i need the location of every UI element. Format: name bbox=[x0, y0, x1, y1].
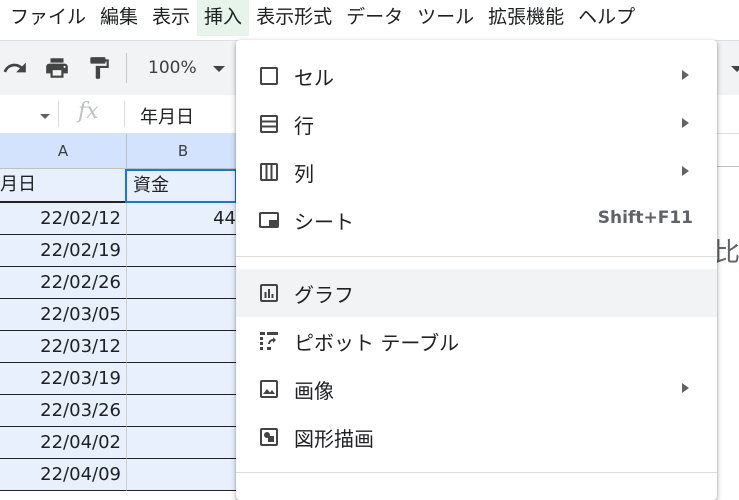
formula-input[interactable]: 年月日 bbox=[140, 103, 194, 129]
table-cell[interactable]: 22/04/02 bbox=[0, 427, 127, 459]
drawing-icon bbox=[260, 428, 278, 446]
menu-bar: ファイル 編集 表示 挿入 表示形式 データ ツール 拡張機能 ヘルプ bbox=[0, 0, 739, 36]
table-cell[interactable]: 22/03/05 bbox=[0, 299, 127, 331]
menu-item-label: 行 bbox=[294, 114, 314, 138]
menu-item-label: 列 bbox=[294, 162, 314, 186]
menu-item-columns[interactable]: 列 bbox=[236, 148, 717, 196]
menu-help[interactable]: ヘルプ bbox=[571, 0, 642, 36]
sheet-icon bbox=[259, 212, 279, 228]
menu-item-drawing[interactable]: 図形描画 bbox=[236, 413, 717, 461]
formula-divider bbox=[124, 101, 125, 127]
insert-menu: セル 行 列 シート Shift+F11 グラフ ピボット テーブル 画像 図形… bbox=[236, 40, 717, 500]
grid-background bbox=[716, 134, 739, 490]
print-icon[interactable] bbox=[44, 55, 70, 81]
partial-cell-text: 比 bbox=[714, 238, 739, 268]
cell-a1[interactable]: 月日 bbox=[0, 169, 127, 203]
paint-format-icon[interactable] bbox=[86, 55, 112, 81]
table-cell[interactable]: 22/02/12 bbox=[0, 203, 127, 235]
formula-divider bbox=[58, 101, 59, 127]
fx-icon: fx bbox=[78, 99, 99, 124]
chart-icon bbox=[260, 284, 278, 302]
submenu-arrow-icon bbox=[682, 118, 689, 128]
menu-item-sheet[interactable]: シート Shift+F11 bbox=[236, 196, 717, 244]
submenu-arrow-icon bbox=[682, 383, 689, 393]
table-cell[interactable] bbox=[127, 331, 239, 363]
menu-extensions[interactable]: 拡張機能 bbox=[481, 0, 571, 36]
menu-item-chart[interactable]: グラフ bbox=[236, 269, 717, 317]
table-cell[interactable] bbox=[127, 427, 239, 459]
column-header-b[interactable]: B bbox=[127, 134, 240, 169]
columns-icon bbox=[260, 163, 278, 181]
cell-b1[interactable]: 資金 bbox=[125, 169, 237, 203]
table-cell[interactable] bbox=[127, 459, 239, 491]
menu-edit[interactable]: 編集 bbox=[93, 0, 145, 36]
table-cell[interactable] bbox=[127, 363, 239, 395]
menu-data[interactable]: データ bbox=[339, 0, 410, 36]
menu-item-pivot-table[interactable]: ピボット テーブル bbox=[236, 317, 717, 365]
column-header-a[interactable]: A bbox=[0, 134, 127, 169]
zoom-select[interactable]: 100% bbox=[148, 58, 197, 78]
menu-item-label: ピボット テーブル bbox=[294, 331, 460, 355]
menu-item-rows[interactable]: 行 bbox=[236, 100, 717, 148]
table-cell[interactable] bbox=[127, 395, 239, 427]
table-cell[interactable]: 22/02/26 bbox=[0, 267, 127, 299]
table-cell[interactable]: 22/04/09 bbox=[0, 459, 127, 491]
submenu-arrow-icon bbox=[682, 166, 689, 176]
table-cell[interactable] bbox=[127, 299, 239, 331]
shortcut-label: Shift+F11 bbox=[597, 208, 693, 228]
menu-insert[interactable]: 挿入 bbox=[197, 0, 250, 36]
menu-item-label: 図形描画 bbox=[294, 427, 374, 451]
pivot-table-icon bbox=[260, 332, 278, 350]
menu-tools[interactable]: ツール bbox=[410, 0, 481, 36]
rows-icon bbox=[260, 115, 278, 133]
menu-item-image[interactable]: 画像 bbox=[236, 365, 717, 413]
menu-item-cell[interactable]: セル bbox=[236, 52, 717, 100]
menu-item-label: 画像 bbox=[294, 379, 334, 403]
name-box-chevron-icon[interactable] bbox=[40, 114, 50, 119]
table-cell[interactable]: 22/02/19 bbox=[0, 235, 127, 267]
grid-line bbox=[716, 166, 739, 167]
menu-format[interactable]: 表示形式 bbox=[249, 0, 339, 36]
chevron-down-icon[interactable] bbox=[213, 66, 225, 72]
cell-icon bbox=[260, 67, 278, 85]
table-cell[interactable] bbox=[127, 235, 239, 267]
submenu-arrow-icon bbox=[682, 70, 689, 80]
menu-item-label: シート bbox=[294, 210, 354, 234]
image-icon bbox=[260, 380, 278, 398]
table-cell[interactable]: 22/03/12 bbox=[0, 331, 127, 363]
table-cell[interactable]: 22/03/26 bbox=[0, 395, 127, 427]
table-cell[interactable] bbox=[127, 267, 239, 299]
toolbar-divider bbox=[126, 53, 127, 83]
table-cell[interactable]: 44 bbox=[127, 203, 239, 235]
menu-view[interactable]: 表示 bbox=[145, 0, 197, 36]
table-cell[interactable]: 22/03/19 bbox=[0, 363, 127, 395]
menu-divider bbox=[236, 472, 717, 473]
menu-item-label: セル bbox=[294, 66, 334, 90]
menu-item-label: グラフ bbox=[294, 283, 354, 307]
menu-divider bbox=[236, 256, 717, 257]
chevron-down-icon[interactable] bbox=[731, 66, 739, 72]
redo-icon[interactable] bbox=[2, 55, 28, 81]
menu-file[interactable]: ファイル bbox=[0, 0, 93, 36]
